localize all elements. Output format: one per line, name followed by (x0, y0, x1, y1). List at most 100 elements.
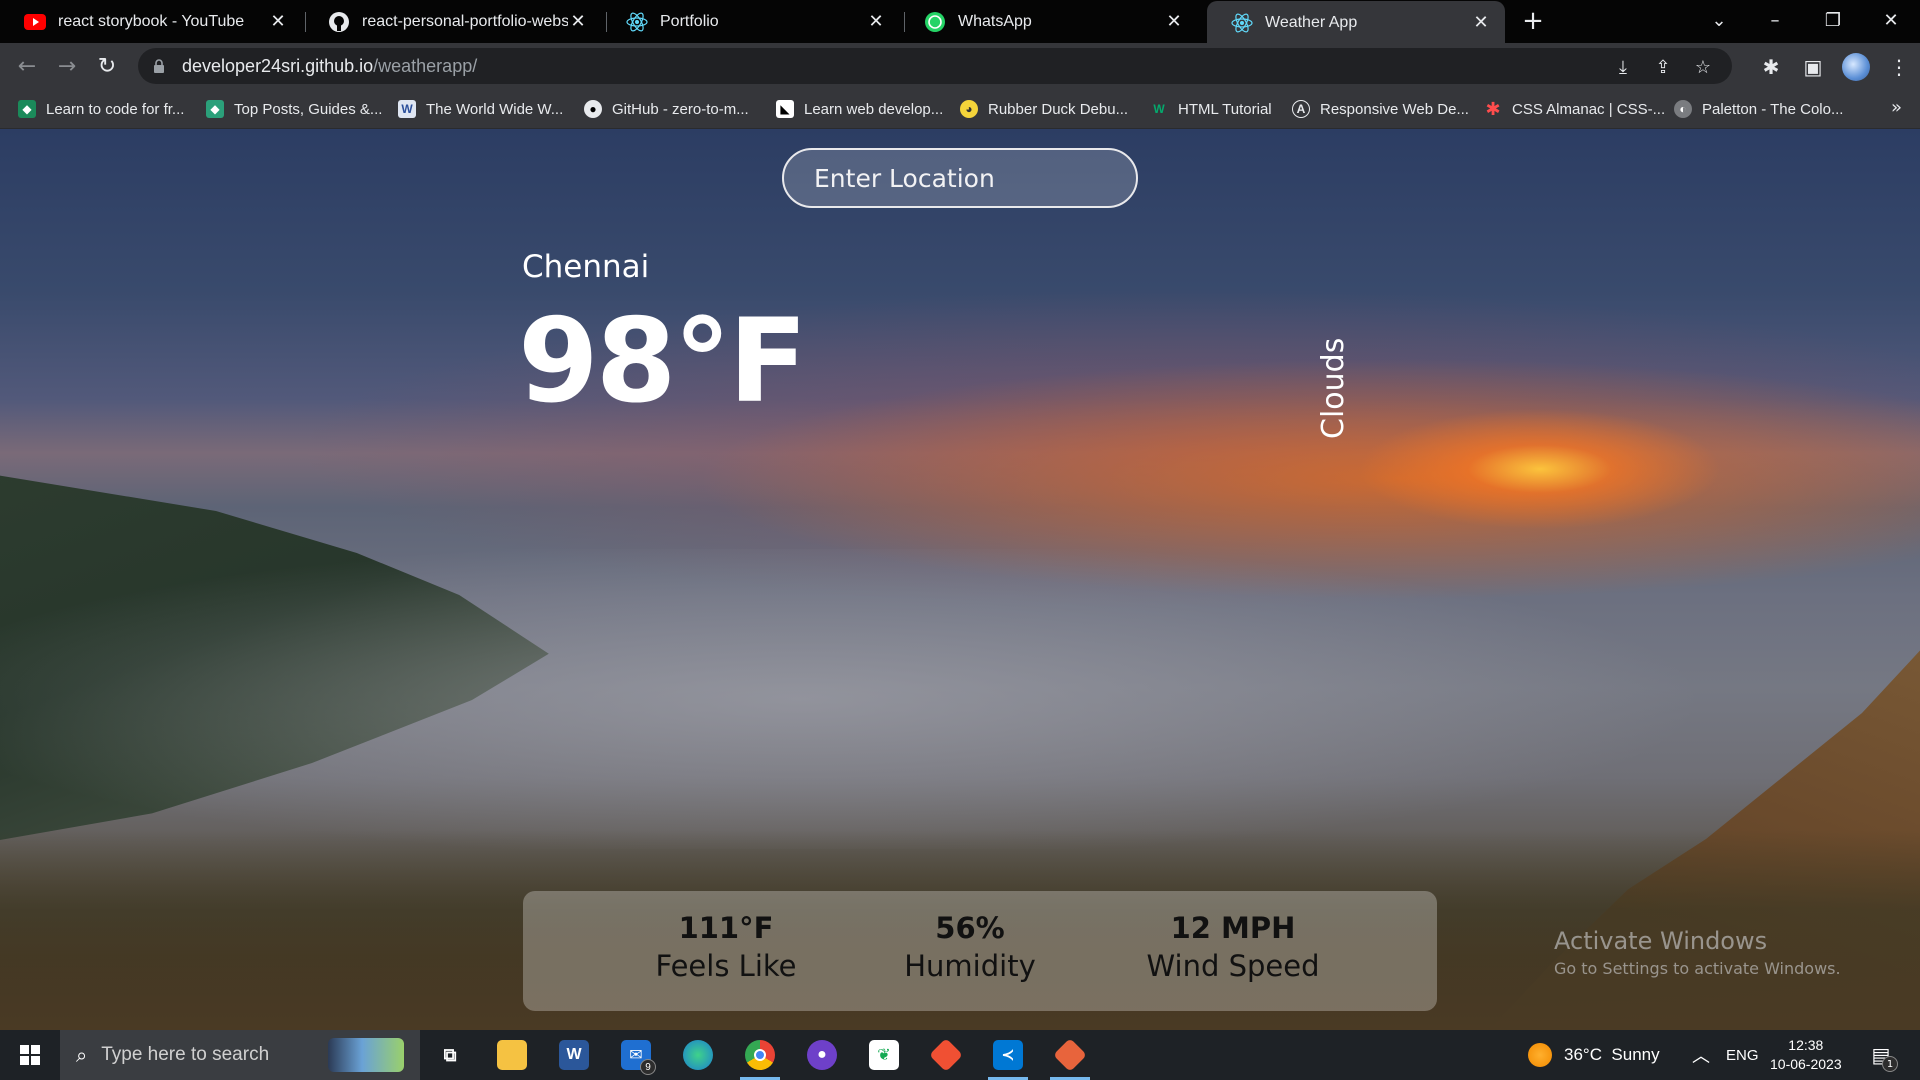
start-button[interactable] (0, 1030, 60, 1080)
chrome-icon (745, 1040, 775, 1070)
side-panel-icon[interactable]: ▣ (1800, 54, 1826, 80)
github-icon (328, 11, 350, 33)
more-bookmarks-chevron-icon[interactable]: » (1891, 97, 1902, 118)
city-name: Chennai (522, 249, 650, 285)
background-fog (0, 549, 1920, 849)
share-icon[interactable]: ⇪ (1652, 56, 1674, 78)
lock-icon[interactable] (152, 59, 166, 73)
notification-center-button[interactable]: ▤ 1 (1866, 1040, 1898, 1072)
duck-icon: ◕ (960, 100, 978, 118)
github-desktop-button[interactable]: ● (802, 1035, 842, 1075)
bookmark-github[interactable]: ● GitHub - zero-to-m... (584, 97, 749, 121)
vscode-icon: ≺ (993, 1040, 1023, 1070)
word-icon: W (559, 1040, 589, 1070)
github-icon: ● (584, 100, 602, 118)
wind-speed-label: Wind Speed (1146, 949, 1320, 983)
menu-icon[interactable]: ⋮ (1886, 54, 1912, 80)
tab-youtube[interactable]: react storybook - YouTube ✕ (0, 0, 302, 43)
clock-date: 10-06-2023 (1770, 1056, 1842, 1072)
location-search-box[interactable] (782, 148, 1138, 208)
clock-time: 12:38 (1788, 1037, 1824, 1053)
restore-button[interactable]: ❐ (1808, 0, 1858, 40)
bookmark-paletton[interactable]: ◐ Paletton - The Colo... (1674, 97, 1843, 121)
weather-description: Clouds (1316, 337, 1351, 439)
activate-windows-watermark: Activate Windows Go to Settings to activ… (1554, 927, 1841, 978)
location-input[interactable] (814, 163, 1114, 193)
search-highlight-image (328, 1038, 404, 1072)
bookmark-label: Learn to code for fr... (46, 100, 185, 118)
system-clock[interactable]: 12:38 10-06-2023 (1770, 1036, 1842, 1074)
notification-badge: 1 (1882, 1056, 1898, 1072)
tab-title: WhatsApp (958, 12, 1032, 30)
git-button[interactable] (926, 1035, 966, 1075)
git-gui-button[interactable] (1050, 1035, 1090, 1080)
wind-speed-value: 12 MPH (1170, 911, 1296, 945)
install-app-icon[interactable]: ⤓ (1612, 56, 1634, 78)
whatsapp-icon (924, 11, 946, 33)
bookmark-devto[interactable]: ◆ Top Posts, Guides &... (206, 97, 382, 121)
tab-github[interactable]: react-personal-portfolio-website ✕ (304, 0, 602, 43)
w3schools-icon: W (1153, 102, 1165, 116)
bookmark-responsive-web[interactable]: A Responsive Web De... (1292, 97, 1469, 121)
youtube-icon (24, 11, 46, 33)
task-view-icon: ⧉ (443, 1044, 457, 1065)
close-tab-icon[interactable]: ✕ (866, 11, 886, 32)
tab-portfolio[interactable]: Portfolio ✕ (602, 0, 900, 43)
language-indicator[interactable]: ENG (1726, 1030, 1759, 1080)
tab-title: react storybook - YouTube (58, 12, 245, 30)
mail-button[interactable]: ✉ 9 (616, 1035, 656, 1075)
mdn-icon: ◣ (776, 100, 794, 118)
address-bar[interactable]: developer24sri.github.io/weatherapp/ ⤓ ⇪… (138, 48, 1732, 84)
new-tab-button[interactable]: + (1520, 6, 1546, 36)
www-icon: W (398, 100, 416, 118)
bookmark-label: HTML Tutorial (1178, 100, 1272, 118)
bookmark-star-icon[interactable]: ☆ (1692, 56, 1714, 78)
react-icon (1231, 12, 1253, 34)
back-button[interactable]: ← (12, 51, 42, 81)
mail-badge: 9 (640, 1059, 656, 1075)
reload-button[interactable]: ↻ (92, 51, 122, 81)
tab-title: Weather App (1265, 13, 1358, 31)
close-tab-icon[interactable]: ✕ (1471, 12, 1491, 33)
bookmark-www[interactable]: W The World Wide W... (398, 97, 563, 121)
folder-icon (497, 1040, 527, 1070)
tray-overflow-chevron-icon[interactable]: ︿ (1692, 1030, 1710, 1080)
tab-weather-app[interactable]: Weather App ✕ (1207, 1, 1505, 44)
word-button[interactable]: W (554, 1035, 594, 1075)
close-tab-icon[interactable]: ✕ (1164, 11, 1184, 32)
wind-speed-stat: 12 MPH Wind Speed (1123, 911, 1343, 983)
vscode-button[interactable]: ≺ (988, 1035, 1028, 1080)
close-window-button[interactable]: ✕ (1866, 0, 1916, 40)
taskbar-search[interactable]: ⌕ Type here to search (60, 1030, 420, 1080)
bookmark-rubber-duck[interactable]: ◕ Rubber Duck Debu... (960, 97, 1128, 121)
profile-avatar[interactable] (1842, 53, 1870, 81)
bookmark-label: Responsive Web De... (1320, 100, 1469, 118)
tab-whatsapp[interactable]: WhatsApp ✕ (900, 0, 1198, 43)
git-icon (929, 1038, 963, 1072)
weather-widget[interactable]: 36°C Sunny (1528, 1030, 1660, 1080)
edge-icon (683, 1040, 713, 1070)
edge-button[interactable] (678, 1035, 718, 1075)
bookmark-freecodecamp[interactable]: ◆ Learn to code for fr... (18, 97, 184, 121)
bookmark-label: The World Wide W... (426, 100, 564, 118)
chrome-button[interactable] (740, 1035, 780, 1080)
mongodb-button[interactable]: ❦ (864, 1035, 904, 1075)
forward-button[interactable]: → (52, 51, 82, 81)
bookmark-css-tricks[interactable]: ✱ CSS Almanac | CSS-... (1484, 97, 1665, 121)
tab-search-chevron-icon[interactable]: ⌄ (1694, 0, 1744, 40)
feels-like-label: Feels Like (655, 949, 797, 983)
bookmark-w3schools[interactable]: W HTML Tutorial (1150, 97, 1272, 121)
current-temperature: 98°F (518, 294, 808, 429)
bookmark-mdn[interactable]: ◣ Learn web develop... (776, 97, 943, 121)
react-icon (626, 11, 648, 33)
file-explorer-button[interactable] (492, 1035, 532, 1075)
close-tab-icon[interactable]: ✕ (568, 11, 588, 32)
github-icon: ● (807, 1040, 837, 1070)
extensions-icon[interactable]: ✱ (1758, 54, 1784, 80)
bookmark-label: Learn web develop... (804, 100, 944, 118)
task-view-button[interactable]: ⧉ (430, 1035, 470, 1075)
close-tab-icon[interactable]: ✕ (268, 11, 288, 32)
search-icon: ⌕ (76, 1043, 88, 1067)
weather-widget-text: 36°C Sunny (1564, 1045, 1660, 1064)
minimize-button[interactable]: – (1750, 0, 1800, 40)
